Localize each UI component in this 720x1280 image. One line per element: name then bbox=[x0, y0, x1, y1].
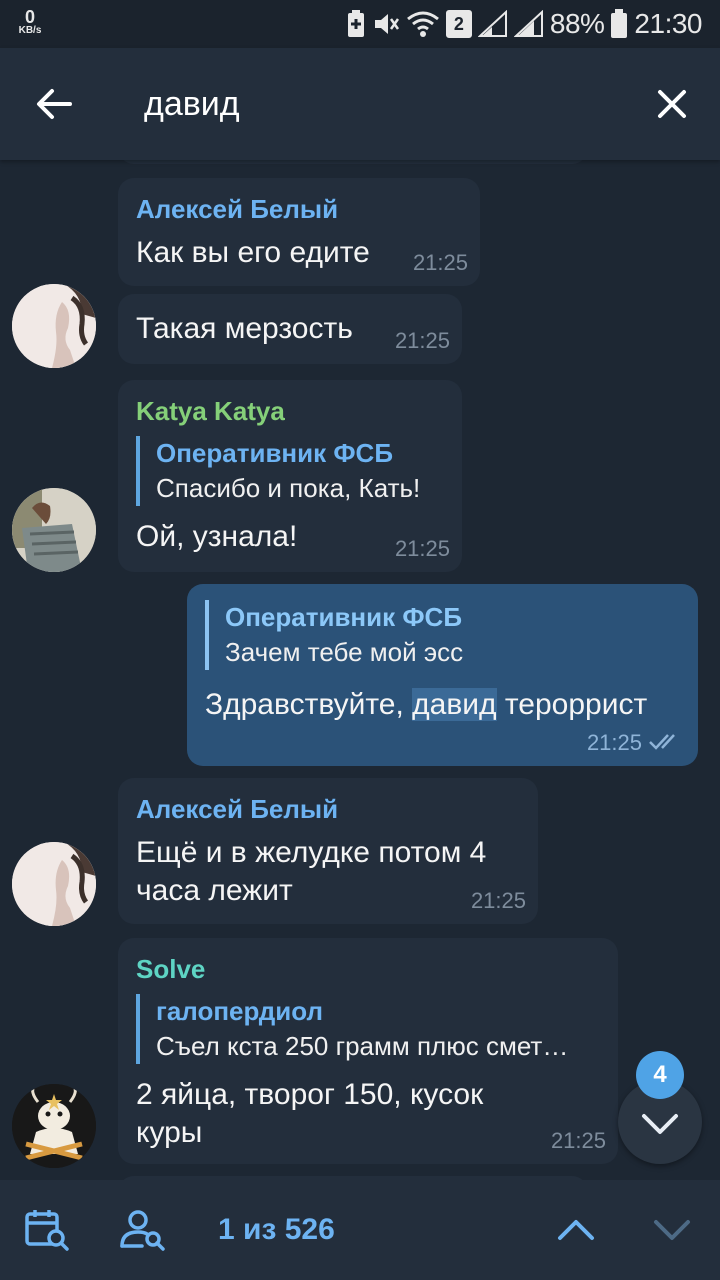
battery-percent: 88% bbox=[549, 8, 605, 39]
reply-text: Съел кста 250 грамм плюс смет… bbox=[156, 1031, 569, 1061]
status-bar: 0 KB/s 2 88% 21:30 bbox=[0, 0, 720, 48]
network-speed-value: 0 bbox=[24, 7, 35, 27]
search-highlight: давид bbox=[412, 688, 497, 721]
message-text-part: Здравствуйте, bbox=[205, 688, 413, 721]
message-text-line: куры bbox=[136, 1116, 203, 1149]
message-text: Такая мерзость bbox=[136, 312, 353, 345]
reply-preview[interactable]: Оперативник ФСБ Спасибо и пока, Кать! bbox=[136, 436, 420, 506]
read-double-check-icon bbox=[649, 734, 675, 750]
message-bubble[interactable]: Такая мерзость 21:25 bbox=[118, 294, 462, 364]
user-search-icon[interactable] bbox=[118, 1208, 166, 1252]
avatar[interactable] bbox=[12, 488, 96, 572]
battery-icon bbox=[611, 9, 628, 38]
reply-preview[interactable]: Оперативник ФСБ Зачем тебе мой эсс bbox=[205, 600, 463, 670]
message-bubble[interactable]: Katya Katya Оперативник ФСБ Спасибо и по… bbox=[118, 380, 462, 572]
battery-saver-icon bbox=[347, 10, 364, 37]
message-list[interactable]: Алексей Белый Как вы его едите 21:25 Так… bbox=[0, 160, 720, 1180]
signal-icon bbox=[477, 10, 507, 37]
reply-sender: Оперативник ФСБ bbox=[225, 602, 463, 632]
message-text-line: 2 яйца, творог 150, кусок bbox=[136, 1078, 484, 1111]
message-text: Как вы его едите bbox=[136, 236, 370, 269]
message-text-line: часа лежит bbox=[136, 874, 293, 907]
avatar[interactable] bbox=[12, 842, 96, 926]
search-input[interactable]: давид bbox=[144, 84, 240, 124]
message-text: Здравствуйте, давид тероррист bbox=[205, 686, 647, 724]
status-icons: 2 88% 21:30 bbox=[346, 8, 702, 40]
sender-name[interactable]: Алексей Белый bbox=[136, 194, 338, 225]
calendar-search-icon[interactable] bbox=[24, 1208, 72, 1252]
message-time: 21:25 bbox=[394, 536, 450, 561]
message-bubble[interactable]: Алексей Белый Ещё и в желудке потом 4 ча… bbox=[118, 778, 538, 924]
message-time: 21:25 bbox=[394, 328, 450, 353]
avatar-image bbox=[12, 1084, 96, 1168]
message-bubble[interactable]: Solve галопердиол Съел кста 250 грамм пл… bbox=[118, 938, 618, 1164]
clock: 21:30 bbox=[634, 8, 702, 39]
reply-preview[interactable]: галопердиол Съел кста 250 грамм плюс сме… bbox=[136, 994, 568, 1064]
message-text-part: тероррист bbox=[496, 688, 648, 721]
search-header: давид bbox=[0, 48, 720, 160]
reply-sender: Оперативник ФСБ bbox=[156, 438, 394, 468]
message-bubble-outgoing[interactable]: Оперативник ФСБ Зачем тебе мой эсс Здрав… bbox=[187, 584, 698, 766]
avatar[interactable] bbox=[12, 1084, 96, 1168]
sender-name[interactable]: Алексей Белый bbox=[136, 794, 338, 825]
chevron-down-icon[interactable] bbox=[648, 1208, 696, 1252]
avatar-image bbox=[12, 488, 96, 572]
sim-2-badge: 2 bbox=[445, 10, 472, 38]
signal-icon-2 bbox=[513, 10, 543, 37]
reply-text: Зачем тебе мой эсс bbox=[225, 637, 464, 667]
message-time: 21:25 bbox=[550, 1128, 606, 1153]
message-text-line: Ещё и в желудке потом 4 bbox=[136, 836, 487, 869]
reply-sender: галопердиол bbox=[156, 996, 323, 1026]
avatar-image bbox=[12, 842, 96, 926]
back-arrow-icon[interactable] bbox=[34, 84, 74, 124]
message-text: Ой, узнала! bbox=[136, 520, 298, 553]
message-bubble-partial[interactable] bbox=[118, 160, 588, 164]
mute-icon bbox=[374, 14, 399, 34]
reply-text: Спасибо и пока, Кать! bbox=[156, 473, 421, 503]
wifi-icon bbox=[406, 11, 439, 37]
sender-name[interactable]: Katya Katya bbox=[136, 396, 285, 427]
chevron-up-icon[interactable] bbox=[552, 1208, 600, 1252]
unread-count-badge[interactable]: 4 bbox=[636, 1051, 684, 1099]
message-time: 21:25 bbox=[586, 730, 642, 755]
message-time: 21:25 bbox=[470, 888, 526, 913]
sender-name[interactable]: Solve bbox=[136, 954, 205, 985]
network-speed-unit: KB/s bbox=[18, 25, 42, 36]
avatar[interactable] bbox=[12, 284, 96, 368]
network-speed: 0 KB/s bbox=[14, 8, 46, 36]
avatar-image bbox=[12, 284, 96, 368]
search-navigation-bar: 1 из 526 bbox=[0, 1180, 720, 1280]
close-icon[interactable] bbox=[652, 84, 692, 124]
message-bubble[interactable]: Алексей Белый Как вы его едите 21:25 bbox=[118, 178, 480, 286]
search-result-counter: 1 из 526 bbox=[218, 1213, 335, 1246]
message-time: 21:25 bbox=[412, 250, 468, 275]
